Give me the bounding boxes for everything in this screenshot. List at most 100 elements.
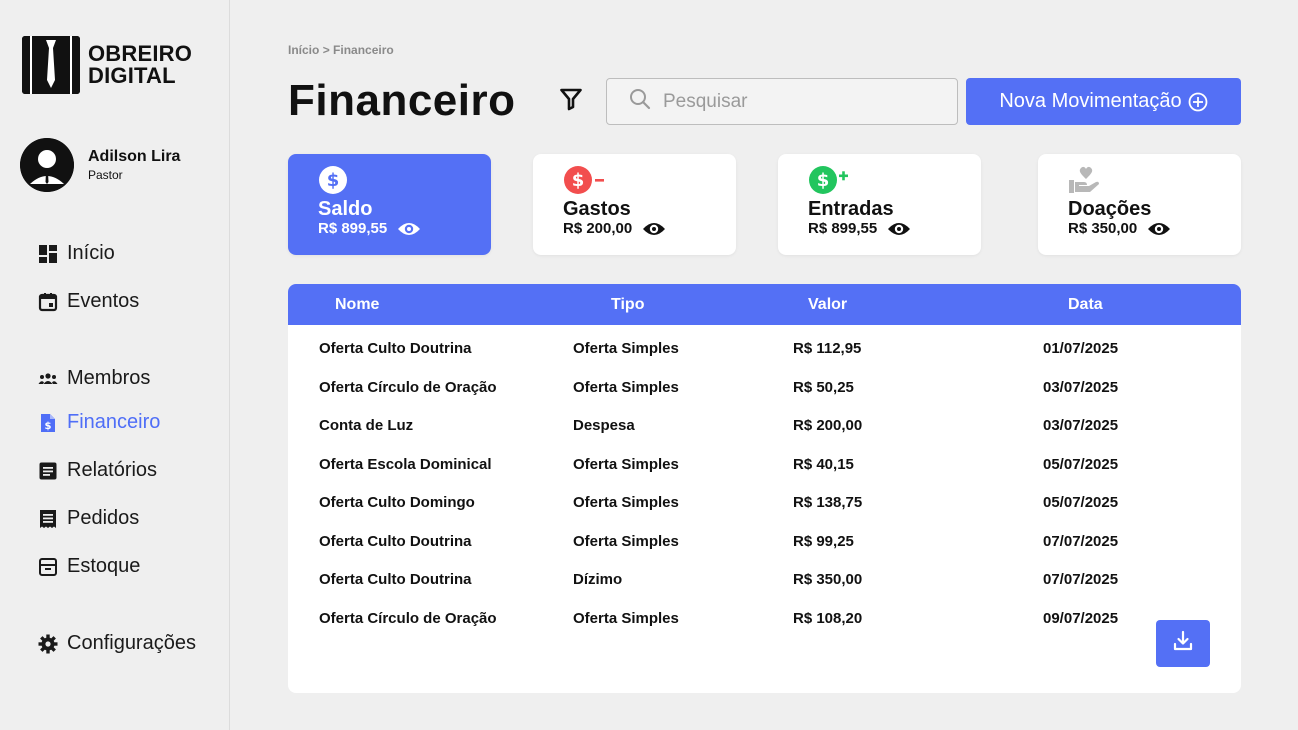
search-field[interactable]: [606, 78, 958, 125]
logo-line-2: DIGITAL: [88, 63, 176, 88]
user-profile[interactable]: Adilson Lira Pastor: [20, 138, 180, 192]
sidebar-item-label: Pedidos: [67, 507, 140, 529]
search-input[interactable]: [663, 90, 943, 113]
table-row[interactable]: Conta de Luz Despesa R$ 200,00 03/07/2025: [288, 404, 1241, 443]
svg-text:$: $: [45, 421, 52, 432]
filter-icon: [559, 87, 583, 116]
avatar: [20, 138, 74, 192]
cell-data: 07/07/2025: [1043, 532, 1119, 550]
cell-valor: R$ 99,25: [793, 532, 854, 550]
card-value: R$ 200,00: [563, 220, 633, 237]
sidebar-item-label: Eventos: [67, 290, 140, 312]
column-header-data[interactable]: Data: [1068, 296, 1103, 314]
column-header-nome[interactable]: Nome: [335, 296, 379, 314]
svg-text:$: $: [572, 170, 585, 191]
breadcrumb-separator: >: [322, 43, 330, 57]
sidebar-item-membros[interactable]: Membros: [38, 367, 150, 390]
search-icon: [629, 88, 651, 115]
table-row[interactable]: Oferta Culto Doutrina Oferta Simples R$ 11…: [288, 327, 1241, 366]
cell-valor: R$ 108,20: [793, 609, 863, 627]
cell-data: 09/07/2025: [1043, 609, 1119, 627]
plus-circle-icon: [1188, 92, 1208, 112]
eye-icon[interactable]: [397, 221, 421, 237]
sidebar-item-pedidos[interactable]: Pedidos: [38, 507, 139, 530]
breadcrumb-current: Financeiro: [333, 43, 394, 57]
page-title: Financeiro: [288, 76, 516, 125]
logo-line-1: OBREIRO: [88, 41, 193, 66]
breadcrumb-home[interactable]: Início: [288, 43, 319, 57]
cell-tipo: Despesa: [573, 417, 635, 434]
cell-tipo: Oferta Simples: [573, 378, 679, 396]
tie-logo-icon: [22, 36, 80, 94]
cell-data: 01/07/2025: [1043, 340, 1119, 357]
card-entradas[interactable]: $ Entradas R$ 899,55: [778, 154, 981, 255]
cell-data: 03/07/2025: [1043, 378, 1119, 396]
cell-nome: Conta de Luz: [319, 417, 414, 434]
card-label: Entradas: [808, 198, 894, 220]
download-icon: [1172, 630, 1194, 657]
sidebar-item-eventos[interactable]: Eventos: [38, 290, 139, 313]
cell-nome: Oferta Círculo de Oração: [319, 378, 497, 396]
finance-doc-icon: $: [38, 413, 58, 433]
cell-valor: R$ 40,15: [793, 455, 854, 473]
column-header-valor[interactable]: Valor: [808, 296, 847, 314]
dollar-plus-icon: $: [808, 166, 981, 194]
users-icon: [38, 369, 58, 389]
cell-tipo: Oferta Simples: [573, 494, 679, 511]
download-button[interactable]: [1156, 620, 1210, 667]
sidebar-item-relatorios[interactable]: Relatórios: [38, 459, 157, 482]
cell-data: 07/07/2025: [1043, 571, 1119, 588]
donation-hand-icon: [1068, 166, 1241, 194]
breadcrumb: Início > Financeiro: [288, 43, 394, 57]
sidebar-item-estoque[interactable]: Estoque: [38, 555, 140, 578]
cell-nome: Oferta Escola Dominical: [319, 455, 492, 473]
cell-nome: Oferta Culto Doutrina: [319, 340, 472, 357]
card-value: R$ 350,00: [1068, 220, 1138, 237]
cell-data: 05/07/2025: [1043, 494, 1119, 511]
table-header: Nome Tipo Valor Data: [288, 284, 1241, 325]
eye-icon[interactable]: [1147, 221, 1171, 237]
cell-valor: R$ 350,00: [793, 571, 863, 588]
table-row[interactable]: Oferta Círculo de Oração Oferta Simples R$…: [288, 366, 1241, 405]
dashboard-icon: [38, 244, 58, 264]
sidebar-item-configuracoes[interactable]: Configurações: [38, 632, 196, 655]
cell-nome: Oferta Culto Domingo: [319, 494, 475, 511]
calendar-icon: [38, 292, 58, 312]
sidebar-item-label: Estoque: [67, 555, 141, 577]
sidebar-item-financeiro[interactable]: $ Financeiro: [38, 411, 160, 434]
sidebar-item-label: Configurações: [67, 632, 196, 654]
eye-icon[interactable]: [642, 221, 666, 237]
table-row[interactable]: Oferta Escola Dominical Oferta Simples R$ …: [288, 443, 1241, 482]
table-body: Oferta Culto Doutrina Oferta Simples R$ 11…: [288, 325, 1241, 635]
card-doacoes[interactable]: Doações R$ 350,00: [1038, 154, 1241, 255]
sidebar-item-label: Início: [67, 242, 115, 264]
sidebar-item-label: Relatórios: [67, 459, 158, 481]
table-row[interactable]: Oferta Culto Doutrina Dízimo R$ 350,00 07/0…: [288, 558, 1241, 597]
sidebar-item-label: Financeiro: [67, 411, 161, 433]
new-transaction-button[interactable]: Nova Movimentação: [966, 78, 1241, 125]
archive-icon: [38, 557, 58, 577]
cell-tipo: Dízimo: [573, 571, 623, 588]
table-row[interactable]: Oferta Culto Domingo Oferta Simples R$ 138…: [288, 481, 1241, 520]
app-logo[interactable]: OBREIRO DIGITAL: [22, 36, 192, 94]
dollar-minus-icon: $: [563, 166, 736, 194]
cell-nome: Oferta Culto Doutrina: [319, 532, 472, 550]
transactions-table: Nome Tipo Valor Data Oferta Culto Doutri…: [288, 284, 1241, 693]
cell-tipo: Oferta Simples: [573, 532, 679, 550]
card-value: R$ 899,55: [808, 220, 878, 237]
card-saldo[interactable]: $ Saldo R$ 899,55: [288, 154, 491, 255]
svg-text:$: $: [817, 170, 830, 191]
cell-nome: Oferta Círculo de Oração: [319, 609, 497, 627]
card-gastos[interactable]: $ Gastos R$ 200,00: [533, 154, 736, 255]
cell-valor: R$ 50,25: [793, 378, 854, 396]
card-value: R$ 899,55: [318, 220, 388, 237]
eye-icon[interactable]: [887, 221, 911, 237]
table-row[interactable]: Oferta Círculo de Oração Oferta Simples R$…: [288, 597, 1241, 636]
cell-data: 05/07/2025: [1043, 455, 1119, 473]
table-row[interactable]: Oferta Culto Doutrina Oferta Simples R$ 99…: [288, 520, 1241, 559]
receipt-icon: [38, 509, 58, 529]
cell-tipo: Oferta Simples: [573, 455, 679, 473]
column-header-tipo[interactable]: Tipo: [611, 296, 644, 314]
sidebar-item-inicio[interactable]: Início: [38, 242, 115, 265]
filter-button[interactable]: [557, 86, 585, 116]
